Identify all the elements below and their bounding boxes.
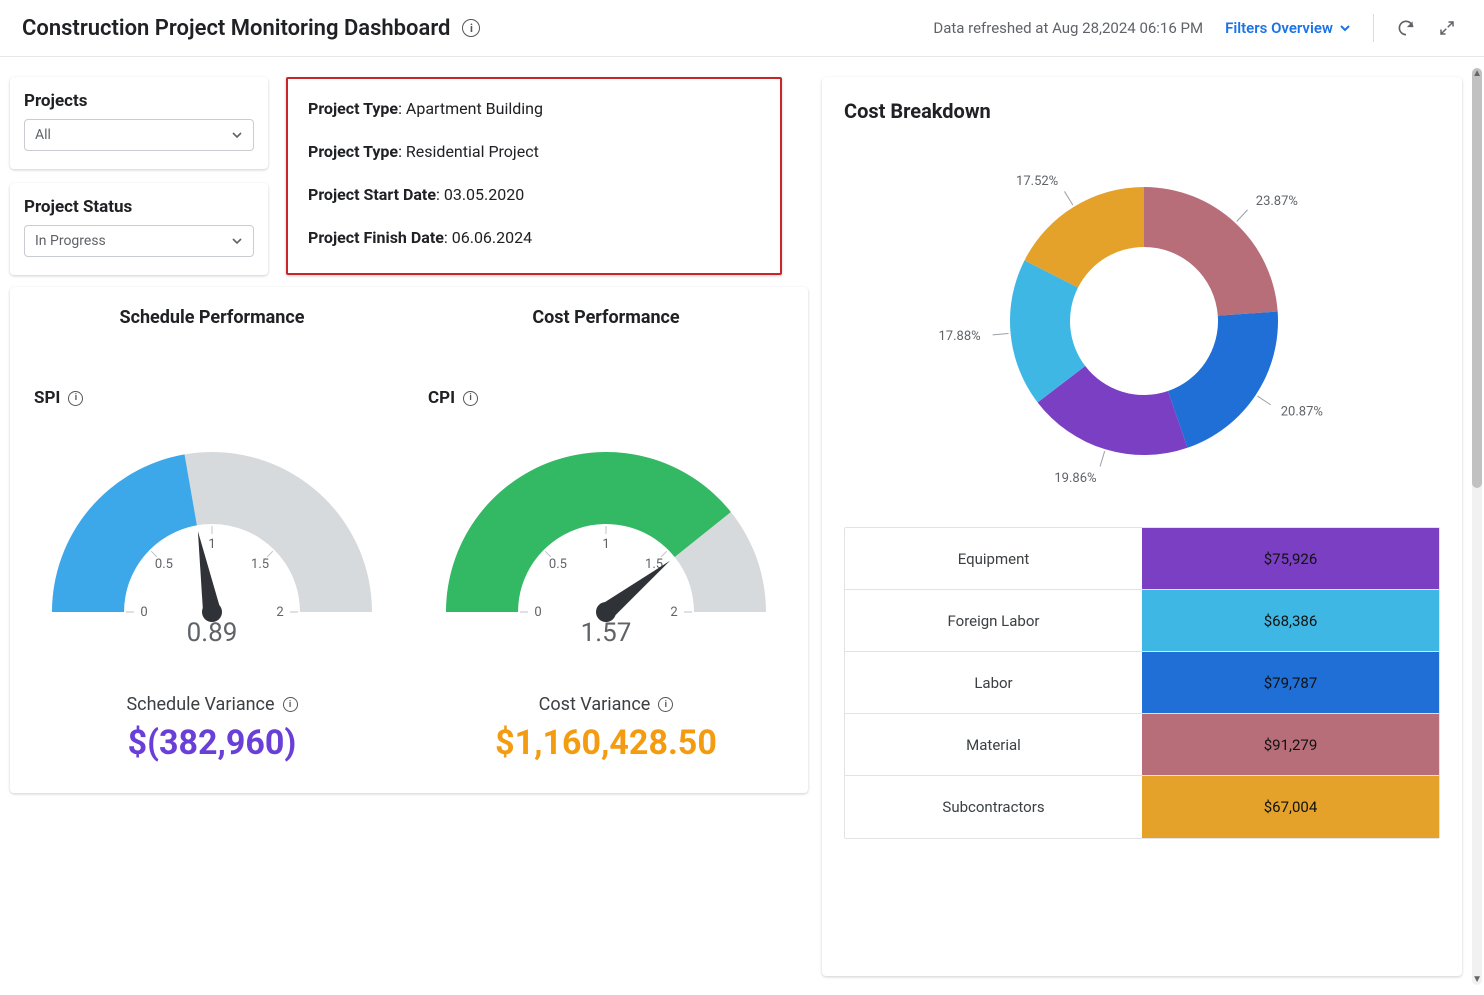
cost-table-row: Subcontractors$67,004	[845, 776, 1439, 838]
scroll-down-arrow[interactable]: ▼	[1472, 974, 1482, 985]
cost-table-row: Equipment$75,926	[845, 528, 1439, 590]
chevron-down-icon	[231, 235, 243, 247]
svg-text:2: 2	[670, 605, 677, 620]
status-select-value: In Progress	[35, 233, 106, 249]
projects-select[interactable]: All	[24, 119, 254, 151]
svg-text:0.5: 0.5	[549, 557, 567, 572]
projects-select-value: All	[35, 127, 51, 143]
cost-breakdown-donut: 23.87% 20.87% 19.86% 17.88% 17.52%	[844, 131, 1440, 491]
schedule-variance-label: Schedule Variance	[126, 694, 274, 715]
cost-variance-value: $1,160,428.50	[495, 723, 717, 763]
cost-amount: $79,787	[1142, 652, 1439, 713]
cost-breakdown-title: Cost Breakdown	[844, 99, 1440, 123]
cost-amount: $68,386	[1142, 590, 1439, 651]
projects-filter-card: Projects All	[10, 77, 268, 169]
filters-overview-label: Filters Overview	[1225, 19, 1333, 37]
cost-variance-label: Cost Variance	[539, 694, 651, 715]
svg-text:19.86%: 19.86%	[1054, 471, 1096, 486]
page-title: Construction Project Monitoring Dashboar…	[22, 16, 450, 41]
svg-text:0: 0	[534, 605, 541, 620]
status-select[interactable]: In Progress	[24, 225, 254, 257]
schedule-variance-value: $(382,960)	[128, 723, 297, 763]
cost-table-row: Material$91,279	[845, 714, 1439, 776]
svg-text:2: 2	[276, 605, 283, 620]
spi-gauge: 0 0.5 1 1.5 2	[32, 422, 392, 622]
status-filter-card: Project Status In Progress	[10, 183, 268, 275]
schedule-performance-title: Schedule Performance	[119, 307, 304, 328]
performance-card: Schedule Performance SPI i 0 0.5 1 1.5 2 0.8…	[10, 287, 808, 793]
cost-category: Labor	[845, 652, 1142, 713]
filters-overview-button[interactable]: Filters Overview	[1225, 19, 1351, 37]
svg-text:17.52%: 17.52%	[1016, 174, 1058, 189]
schedule-performance-block: Schedule Performance SPI i 0 0.5 1 1.5 2 0.8…	[20, 307, 404, 763]
svg-text:0: 0	[140, 605, 147, 620]
cost-performance-title: Cost Performance	[532, 307, 679, 328]
info-icon[interactable]: i	[463, 391, 478, 406]
data-refreshed-text: Data refreshed at Aug 28,2024 06:16 PM	[933, 19, 1203, 37]
cost-breakdown-table: Equipment$75,926Foreign Labor$68,386Labo…	[844, 527, 1440, 839]
cost-category: Foreign Labor	[845, 590, 1142, 651]
divider	[1373, 14, 1374, 42]
svg-text:0.5: 0.5	[155, 557, 173, 572]
svg-text:23.87%: 23.87%	[1256, 194, 1298, 209]
chevron-down-icon	[231, 129, 243, 141]
cost-category: Equipment	[845, 528, 1142, 589]
project-info-line: Project Finish Date: 06.06.2024	[308, 228, 760, 247]
svg-text:1.5: 1.5	[251, 557, 269, 572]
project-info-line: Project Type: Apartment Building	[308, 99, 760, 118]
cost-amount: $67,004	[1142, 776, 1439, 838]
cost-category: Subcontractors	[845, 776, 1142, 838]
project-info-card: Project Type: Apartment Building Project …	[286, 77, 782, 275]
cost-table-row: Foreign Labor$68,386	[845, 590, 1439, 652]
header: Construction Project Monitoring Dashboar…	[0, 0, 1484, 57]
svg-text:17.88%: 17.88%	[939, 329, 981, 344]
spi-label: SPI	[34, 388, 60, 408]
cost-category: Material	[845, 714, 1142, 775]
cost-table-row: Labor$79,787	[845, 652, 1439, 714]
cost-performance-block: Cost Performance CPI i 00.511.52 1.57 Co…	[414, 307, 798, 763]
scroll-up-arrow[interactable]: ▲	[1472, 68, 1482, 79]
projects-filter-label: Projects	[24, 91, 254, 111]
cpi-value: 1.57	[581, 618, 632, 648]
project-info-line: Project Start Date: 03.05.2020	[308, 185, 760, 204]
svg-text:1: 1	[208, 537, 215, 552]
project-info-line: Project Type: Residential Project	[308, 142, 760, 161]
refresh-button[interactable]	[1396, 18, 1416, 38]
cpi-label: CPI	[428, 388, 455, 408]
collapse-button[interactable]	[1438, 19, 1456, 37]
svg-text:20.87%: 20.87%	[1281, 405, 1323, 420]
status-filter-label: Project Status	[24, 197, 254, 217]
svg-text:1: 1	[602, 537, 609, 552]
cpi-gauge: 00.511.52	[426, 422, 786, 622]
spi-value: 0.89	[187, 618, 238, 648]
cost-amount: $75,926	[1142, 528, 1439, 589]
chevron-down-icon	[1339, 22, 1351, 34]
info-icon[interactable]: i	[68, 391, 83, 406]
info-icon[interactable]: i	[283, 697, 298, 712]
cost-breakdown-card: Cost Breakdown 23.87% 20.87% 19.86% 17.88% 1…	[822, 77, 1462, 976]
cost-amount: $91,279	[1142, 714, 1439, 775]
info-icon[interactable]: i	[658, 697, 673, 712]
info-icon[interactable]: i	[462, 19, 480, 37]
scrollbar-thumb[interactable]	[1472, 68, 1482, 488]
